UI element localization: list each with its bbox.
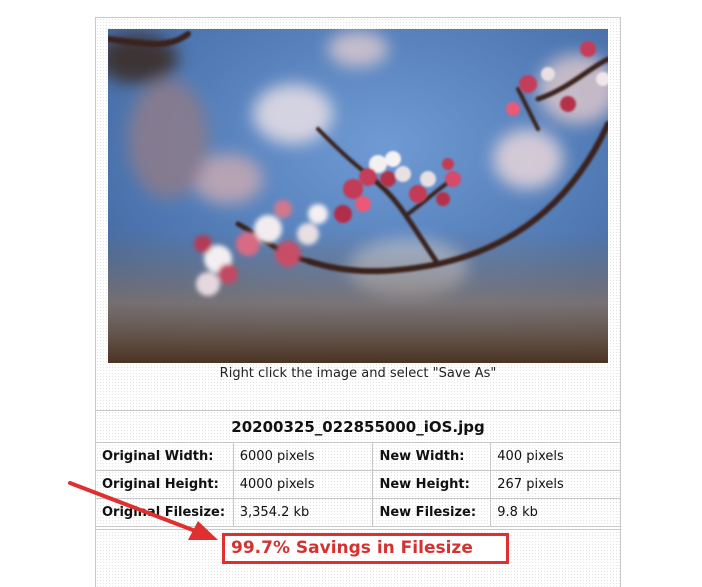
table-row: Original Filesize: 3,354.2 kb New Filesi… bbox=[95, 498, 621, 527]
new-height-label: New Height: bbox=[372, 470, 492, 499]
new-width-value: 400 pixels bbox=[490, 442, 621, 471]
original-height-value: 4000 pixels bbox=[232, 470, 374, 499]
new-filesize-label: New Filesize: bbox=[372, 498, 492, 527]
original-height-label: Original Height: bbox=[95, 470, 234, 499]
page: Right click the image and select "Save A… bbox=[0, 0, 702, 587]
save-as-caption: Right click the image and select "Save A… bbox=[219, 366, 497, 381]
table-row: Original Width: 6000 pixels New Width: 4… bbox=[95, 442, 621, 471]
original-filesize-value: 3,354.2 kb bbox=[232, 498, 374, 527]
resized-image-preview[interactable] bbox=[108, 29, 608, 363]
original-width-label: Original Width: bbox=[95, 442, 234, 471]
new-filesize-value: 9.8 kb bbox=[490, 498, 621, 527]
table-row: Original Height: 4000 pixels New Height:… bbox=[95, 470, 621, 499]
new-width-label: New Width: bbox=[372, 442, 492, 471]
cherry-blossom-photo bbox=[108, 29, 608, 363]
image-stats-table: Original Width: 6000 pixels New Width: 4… bbox=[95, 442, 621, 527]
original-filesize-label: Original Filesize: bbox=[95, 498, 234, 527]
file-name: 20200325_022855000_iOS.jpg bbox=[95, 410, 621, 442]
new-height-value: 267 pixels bbox=[490, 470, 621, 499]
savings-highlight: 99.7% Savings in Filesize bbox=[222, 533, 509, 564]
original-width-value: 6000 pixels bbox=[232, 442, 374, 471]
